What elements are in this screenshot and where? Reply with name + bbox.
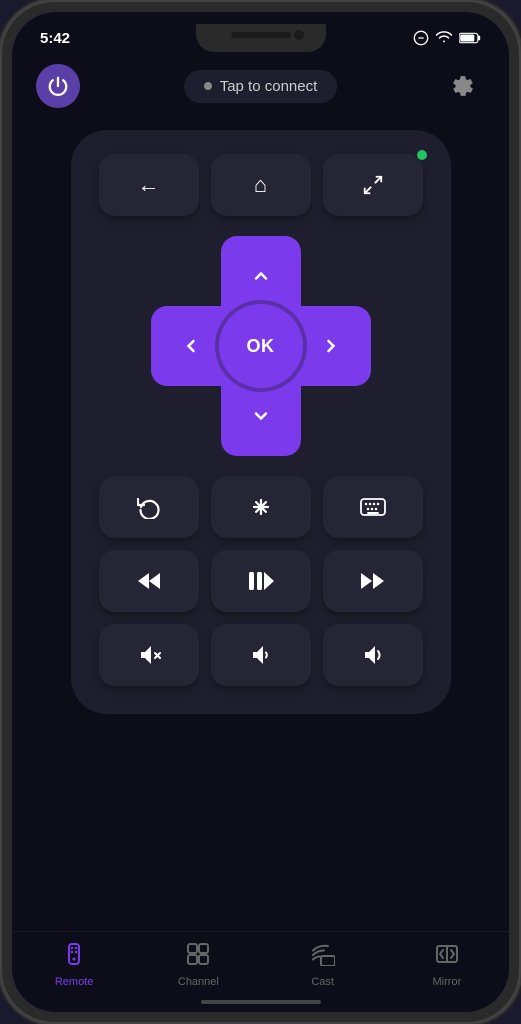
mirror-tab-icon <box>435 942 459 972</box>
dpad-down-button[interactable] <box>221 376 301 456</box>
play-pause-icon <box>248 570 274 592</box>
remote-tab-icon <box>62 942 86 972</box>
minus-icon <box>413 30 429 46</box>
connect-dot <box>204 82 212 90</box>
replay-button[interactable] <box>99 476 199 538</box>
connect-pill[interactable]: Tap to connect <box>184 70 338 103</box>
dpad-ok-button[interactable]: OK <box>219 304 303 388</box>
mirror-icon <box>435 942 459 966</box>
back-button[interactable]: ← <box>99 154 199 216</box>
status-icons <box>413 30 481 46</box>
tab-channel-label: Channel <box>178 976 219 988</box>
ok-label: OK <box>247 336 275 357</box>
volume-down-icon <box>249 644 273 666</box>
channel-icon <box>186 942 210 966</box>
fast-forward-icon <box>360 571 386 591</box>
power-icon <box>47 75 69 97</box>
chevron-down-icon <box>251 406 271 426</box>
asterisk-button[interactable] <box>211 476 311 538</box>
wifi-icon <box>435 31 453 45</box>
volume-buttons-row <box>99 624 423 686</box>
battery-icon <box>459 32 481 44</box>
replay-icon <box>137 495 161 519</box>
remote-icon <box>62 942 86 966</box>
phone-screen: 5:42 Tap to connect <box>12 12 509 1012</box>
tab-mirror[interactable]: Mirror <box>412 942 482 988</box>
rewind-button[interactable] <box>99 550 199 612</box>
mute-icon <box>137 644 161 666</box>
app-header: Tap to connect <box>12 56 509 120</box>
asterisk-icon <box>249 495 273 519</box>
power-button[interactable] <box>36 64 80 108</box>
keyboard-button[interactable] <box>323 476 423 538</box>
remote-status-dot <box>417 150 427 160</box>
tab-remote-label: Remote <box>55 976 94 988</box>
cast-icon <box>311 942 335 966</box>
media-buttons-row <box>99 550 423 612</box>
phone-frame: 5:42 Tap to connect <box>0 0 521 1024</box>
chevron-right-icon <box>321 336 341 356</box>
mute-button[interactable] <box>99 624 199 686</box>
home-button[interactable]: ⌂ <box>211 154 311 216</box>
tab-mirror-label: Mirror <box>433 976 462 988</box>
keyboard-icon <box>360 497 386 517</box>
tab-cast-label: Cast <box>311 976 334 988</box>
cast-tab-icon <box>311 942 335 972</box>
play-pause-button[interactable] <box>211 550 311 612</box>
settings-button[interactable] <box>441 64 485 108</box>
chevron-left-icon <box>181 336 201 356</box>
chevron-up-icon <box>251 266 271 286</box>
volume-up-icon <box>361 644 385 666</box>
gear-icon <box>451 74 475 98</box>
volume-up-button[interactable] <box>323 624 423 686</box>
notch <box>196 24 326 52</box>
notch-speaker <box>231 32 291 38</box>
dpad-right-button[interactable] <box>291 306 371 386</box>
remote-body: ← ⌂ <box>12 120 509 931</box>
tab-remote[interactable]: Remote <box>39 942 109 988</box>
remote-card: ← ⌂ <box>71 130 451 714</box>
rewind-icon <box>136 571 162 591</box>
fast-forward-button[interactable] <box>323 550 423 612</box>
status-time: 5:42 <box>40 30 70 47</box>
home-indicator <box>201 1000 321 1004</box>
middle-buttons-row <box>99 476 423 538</box>
fullscreen-icon <box>362 174 384 196</box>
dpad-container: OK <box>99 236 423 456</box>
channel-tab-icon <box>186 942 210 972</box>
tab-channel[interactable]: Channel <box>163 942 233 988</box>
notch-camera <box>294 30 304 40</box>
connect-text: Tap to connect <box>220 78 318 95</box>
tab-cast[interactable]: Cast <box>288 942 358 988</box>
fullscreen-button[interactable] <box>323 154 423 216</box>
volume-down-button[interactable] <box>211 624 311 686</box>
dpad: OK <box>151 236 371 456</box>
top-buttons-row: ← ⌂ <box>99 154 423 216</box>
